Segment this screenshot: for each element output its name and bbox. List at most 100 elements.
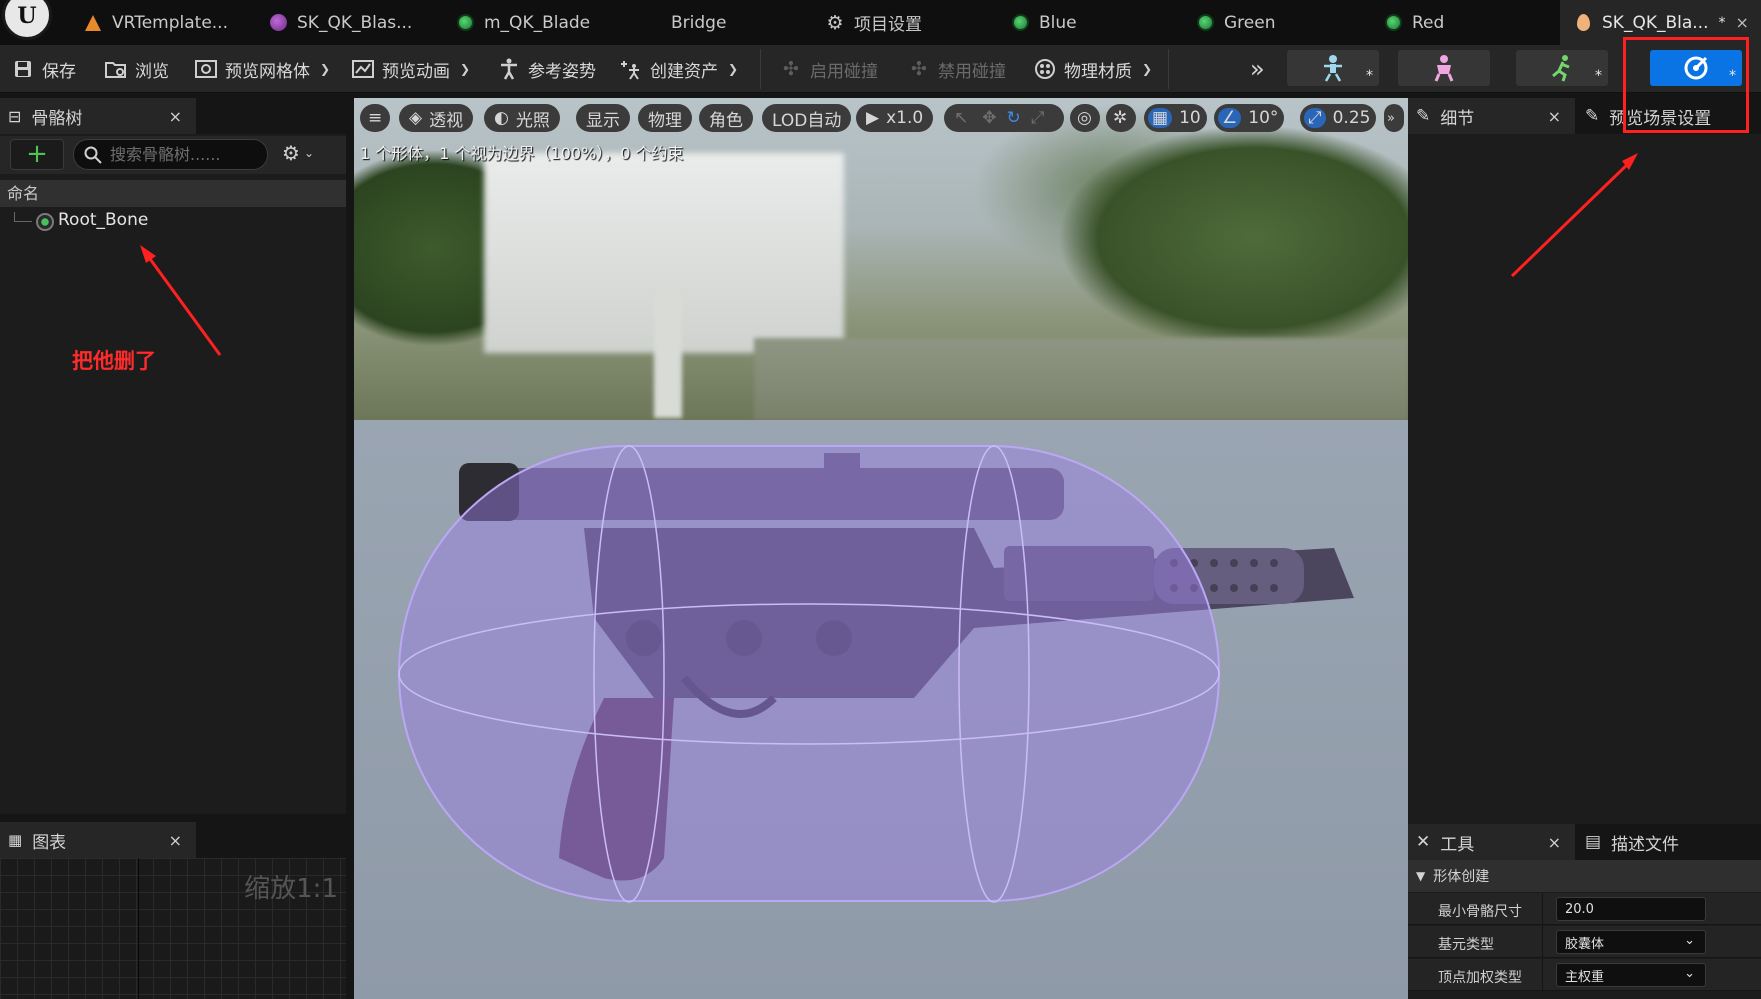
gear-icon: ⚙ [826, 11, 844, 34]
scale-snap-button[interactable]: ⤢ 0.25 [1300, 104, 1377, 132]
scale-snap-icon: ⤢ [1304, 108, 1326, 128]
mesh-figure-icon [1434, 55, 1454, 82]
chevron-down-icon: ❯ [728, 62, 739, 76]
tab-red[interactable]: Red [1370, 0, 1490, 45]
tab-skeleton-tree[interactable]: ⊟ 骨骼树 × [0, 98, 196, 134]
viewport-stats-text: 1 个形体，1 个视为边界（100%），0 个约束 [360, 144, 684, 163]
character-dropdown[interactable]: 角色 [699, 104, 753, 132]
scale-icon[interactable]: ⤢ [1031, 108, 1045, 128]
gear-icon: ⚙ [282, 141, 300, 165]
pose-figure-icon [498, 58, 520, 80]
perspective-dropdown[interactable]: ◈ 透视 [399, 104, 474, 132]
unreal-logo-icon[interactable] [2, 0, 52, 40]
snap-icon: ✲ [1113, 108, 1128, 128]
property-row-primitive-type: 基元类型 胶囊体 ⌄ [1408, 926, 1761, 958]
tab-green[interactable]: Green [1182, 0, 1312, 45]
tab-vrtemplate[interactable]: VRTemplate... [70, 0, 240, 45]
column-header-name[interactable]: 命名 [0, 180, 346, 207]
tab-project-settings[interactable]: ⚙ 项目设置 [812, 0, 962, 45]
tab-graph[interactable]: ▦ 图表 × [0, 822, 196, 858]
mesh-mode-button[interactable] [1398, 50, 1490, 86]
graph-icon: ▦ [8, 831, 23, 849]
profile-icon: ▤ [1585, 832, 1602, 852]
tab-blue[interactable]: Blue [997, 0, 1127, 45]
physical-material-dropdown[interactable]: 物理材质 ❯ [1034, 53, 1152, 85]
chevron-down-icon: ❯ [320, 62, 331, 76]
local-space-button[interactable]: ◎ [1070, 104, 1100, 132]
graph-zoom-label: 缩放1:1 [244, 874, 338, 904]
skeleton-settings-dropdown[interactable]: ⚙ ⌄ [282, 141, 314, 165]
transform-mode-group: ↖ ✥ ↻ ⤢ [944, 104, 1064, 132]
tab-sk-qk-blaster[interactable]: SK_QK_Blas... [255, 0, 425, 45]
min-bone-size-input[interactable]: 20.0 [1556, 897, 1706, 921]
surface-snap-button[interactable]: ✲ [1106, 104, 1136, 132]
vertex-weighting-dropdown[interactable]: 主权重 ⌄ [1556, 963, 1706, 987]
show-label: 显示 [586, 110, 620, 131]
chevron-down-icon: ⌄ [303, 146, 314, 160]
root-bone-label[interactable]: Root_Bone [58, 210, 148, 230]
rotation-snap-button[interactable]: ∠ 10° [1214, 104, 1285, 132]
tree-icon: ⊟ [8, 106, 22, 126]
annotation-highlight-box [1623, 37, 1749, 133]
move-icon[interactable]: ✥ [982, 108, 996, 128]
skeleton-tree-panel [0, 134, 346, 814]
material-icon [1384, 14, 1402, 32]
physics-dropdown[interactable]: 物理 [638, 104, 692, 132]
body-creation-section-header[interactable]: ▼ 形体创建 [1408, 860, 1761, 892]
close-icon[interactable]: × [169, 831, 182, 850]
play-speed-dropdown[interactable]: ▶ x1.0 [856, 104, 934, 132]
tab-label: VRTemplate... [112, 12, 228, 33]
skeleton-search-input[interactable] [110, 145, 260, 164]
close-icon[interactable]: × [1548, 833, 1561, 852]
chevron-down-icon: ❯ [1142, 62, 1153, 76]
toolbar-overflow-icon[interactable]: » [1250, 55, 1265, 83]
skeleton-search-box[interactable] [73, 139, 268, 170]
close-icon[interactable]: × [169, 107, 182, 126]
tab-tools[interactable]: ✕ 工具 × [1408, 824, 1575, 860]
grid-snap-button[interactable]: ▦ 10 [1144, 104, 1207, 132]
tab-m-qk-blade[interactable]: m_QK_Blade [442, 0, 612, 45]
details-panel [1408, 134, 1761, 824]
lighting-dropdown[interactable]: ◐ 光照 [484, 104, 560, 132]
modified-star: * [1366, 68, 1373, 84]
hamburger-icon: ≡ [368, 108, 383, 128]
enable-collision-button[interactable]: ✣ 启用碰撞 [780, 53, 878, 85]
animation-mode-button[interactable]: * [1516, 50, 1608, 86]
lod-dropdown[interactable]: LOD自动 [762, 104, 852, 132]
collision-icon: ✣ [911, 58, 927, 80]
profile-title: 描述文件 [1611, 834, 1680, 855]
add-bone-button[interactable]: + [10, 139, 64, 170]
tab-profile[interactable]: ▤ 描述文件 [1577, 824, 1761, 860]
main-toolbar: 保存 浏览 预览网格体 ❯ 预览动画 ❯ 参考姿势 创建资产 ❯ ✣ 启用碰撞 … [0, 45, 1761, 93]
tab-bridge[interactable]: Bridge [657, 0, 767, 45]
skeleton-icon [1324, 55, 1342, 82]
skeleton-mode-button[interactable]: * [1287, 50, 1379, 86]
save-icon [12, 58, 34, 80]
select-icon[interactable]: ↖ [954, 108, 968, 128]
browse-button[interactable]: 浏览 [105, 53, 169, 85]
tab-label: Blue [1039, 12, 1077, 33]
show-dropdown[interactable]: 显示 [576, 104, 630, 132]
preview-animation-dropdown[interactable]: 预览动画 ❯ [352, 53, 470, 85]
create-asset-dropdown[interactable]: 创建资产 ❯ [620, 53, 738, 85]
preview-mesh-dropdown[interactable]: 预览网格体 ❯ [195, 53, 330, 85]
viewport-menu-button[interactable]: ≡ [360, 104, 390, 132]
disable-collision-button[interactable]: ✣ 禁用碰撞 [908, 53, 1006, 85]
rotate-icon[interactable]: ↻ [1007, 108, 1021, 128]
create-asset-icon [620, 58, 642, 80]
field-value: 20.0 [1565, 901, 1594, 917]
grid-icon: ▦ [1148, 108, 1173, 128]
tab-details[interactable]: ✎ 细节 × [1408, 98, 1575, 134]
modified-indicator: * [1718, 14, 1726, 31]
close-icon[interactable]: × [1735, 13, 1748, 32]
pencil-icon: ✎ [1416, 106, 1431, 126]
primitive-type-dropdown[interactable]: 胶囊体 ⌄ [1556, 930, 1706, 954]
save-button[interactable]: 保存 [12, 53, 76, 85]
chevron-down-icon: ⌄ [1684, 933, 1695, 948]
character-label: 角色 [709, 110, 743, 131]
close-icon[interactable]: × [1548, 107, 1561, 126]
reference-pose-button[interactable]: 参考姿势 [498, 53, 596, 85]
viewport-overflow-button[interactable]: » [1384, 104, 1404, 132]
property-row-vertex-weighting: 顶点加权类型 主权重 ⌄ [1408, 959, 1761, 991]
3d-viewport[interactable]: ≡ ◈ 透视 ◐ 光照 显示 物理 角色 LOD自动 ▶ x1.0 ↖ ✥ ↻ [354, 98, 1408, 999]
